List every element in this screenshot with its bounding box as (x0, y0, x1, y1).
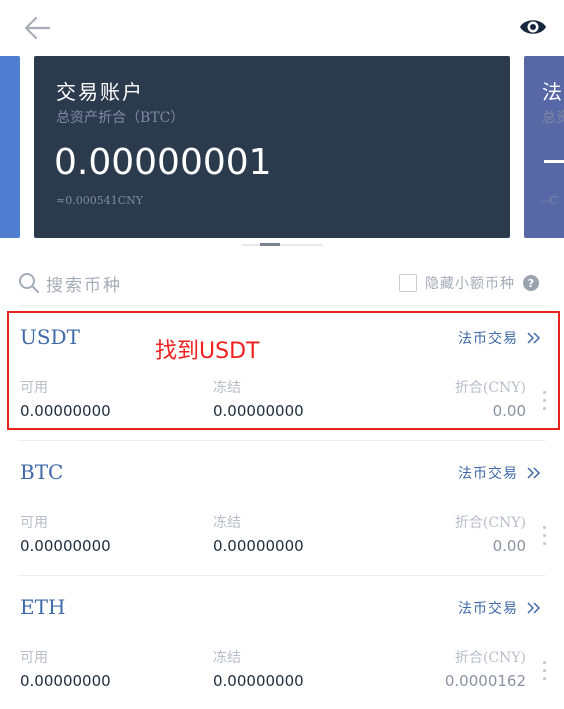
available-label: 可用 (20, 515, 48, 531)
fiat-account-card[interactable]: 法币 总资 --C (524, 56, 564, 238)
divider (18, 575, 546, 576)
frozen-label: 冻结 (213, 650, 241, 666)
total-assets-cny: ≈0.000541CNY (56, 194, 144, 207)
divider (18, 305, 546, 306)
frozen-value: 0.00000000 (213, 537, 304, 555)
frozen-label: 冻结 (213, 515, 241, 531)
total-assets-amount: 0.00000001 (54, 142, 272, 183)
more-vertical-icon[interactable] (541, 526, 547, 550)
fiat-trade-label: 法币交易 (458, 601, 518, 617)
double-chevron-right-icon (527, 467, 541, 479)
divider (18, 440, 546, 441)
annotation-highlight-box (7, 311, 560, 430)
coin-name: ETH (20, 595, 66, 619)
hide-small-label: 隐藏小额币种 (425, 276, 515, 292)
search-placeholder: 搜索币种 (46, 275, 122, 296)
available-value: 0.00000000 (20, 672, 111, 690)
card-subtitle: 总资产折合（BTC） (56, 110, 185, 126)
arrow-left-icon[interactable] (22, 14, 52, 42)
account-carousel[interactable]: 交易账户 总资产折合（BTC） 0.00000001 ≈0.000541CNY … (0, 56, 564, 246)
asset-row-btc[interactable]: BTC 法币交易 可用 冻结 折合(CNY) 0.00000000 0.0000… (0, 446, 564, 572)
hide-small-checkbox[interactable] (399, 274, 417, 292)
card-cny: --C (542, 194, 558, 207)
card-title: 交易账户 (56, 80, 144, 104)
eye-icon[interactable] (518, 14, 548, 40)
fiat-trade-label: 法币交易 (458, 466, 518, 482)
help-icon[interactable]: ? (523, 275, 539, 291)
amount-placeholder-dash (544, 160, 564, 163)
annotation-text: 找到USDT (155, 339, 260, 364)
search-field[interactable]: 搜索币种 (18, 268, 122, 298)
asset-row-eth[interactable]: ETH 法币交易 可用 冻结 折合(CNY) 0.00000000 0.0000… (0, 581, 564, 707)
cny-label: 折合(CNY) (454, 515, 526, 531)
cny-value: 0.0000162 (444, 672, 526, 690)
trading-account-card[interactable]: 交易账户 总资产折合（BTC） 0.00000001 ≈0.000541CNY (34, 56, 510, 238)
available-label: 可用 (20, 650, 48, 666)
carousel-indicator (242, 243, 322, 246)
carousel-indicator-active (260, 243, 280, 246)
card-title: 法币 (542, 80, 564, 104)
more-vertical-icon[interactable] (541, 661, 547, 685)
fiat-trade-link[interactable]: 法币交易 (458, 463, 542, 483)
cny-label: 折合(CNY) (454, 650, 526, 666)
prev-account-card[interactable] (0, 56, 20, 238)
hide-small-balance-toggle[interactable]: 隐藏小额币种 ? (399, 272, 539, 294)
frozen-value: 0.00000000 (213, 672, 304, 690)
double-chevron-right-icon (527, 602, 541, 614)
search-icon (19, 273, 39, 293)
cny-value: 0.00 (492, 537, 526, 555)
available-value: 0.00000000 (20, 537, 111, 555)
card-subtitle: 总资 (542, 110, 564, 126)
top-bar (0, 0, 564, 56)
fiat-trade-link[interactable]: 法币交易 (458, 598, 542, 618)
coin-name: BTC (20, 460, 64, 484)
